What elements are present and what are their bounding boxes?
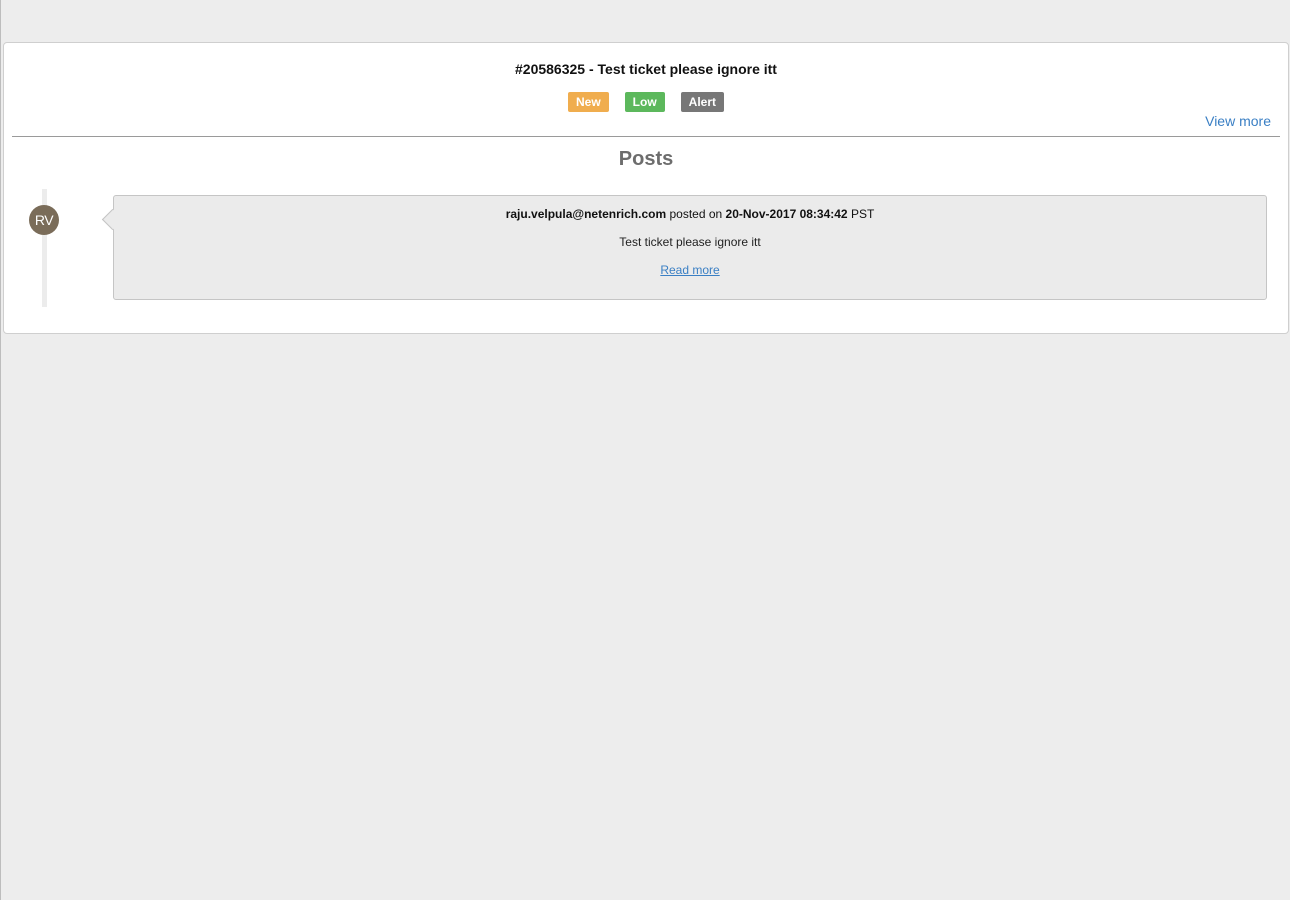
- read-more-link[interactable]: Read more: [114, 263, 1266, 277]
- priority-badge: Low: [624, 92, 665, 112]
- post-timezone: PST: [850, 207, 875, 221]
- avatar: RV: [29, 205, 59, 235]
- post-item: raju.velpula@netenrich.com posted on 20-…: [101, 195, 1267, 300]
- post-timestamp: 20-Nov-2017 08:34:42: [725, 207, 848, 221]
- status-badge: New: [567, 92, 609, 112]
- posted-on-label: posted on: [669, 207, 723, 221]
- ticket-badges: New Low Alert: [4, 92, 1288, 112]
- page: #20586325 - Test ticket please ignore it…: [0, 0, 1290, 900]
- divider: [12, 136, 1280, 137]
- type-badge: Alert: [680, 92, 725, 112]
- post-meta: raju.velpula@netenrich.com posted on 20-…: [114, 207, 1266, 221]
- posts-heading: Posts: [618, 148, 674, 170]
- ticket-title: #20586325 - Test ticket please ignore it…: [515, 61, 777, 77]
- post-author: raju.velpula@netenrich.com: [505, 207, 667, 221]
- view-more-link[interactable]: View more: [1205, 113, 1271, 129]
- post-body: Test ticket please ignore itt: [619, 235, 761, 249]
- ticket-card: #20586325 - Test ticket please ignore it…: [3, 42, 1289, 334]
